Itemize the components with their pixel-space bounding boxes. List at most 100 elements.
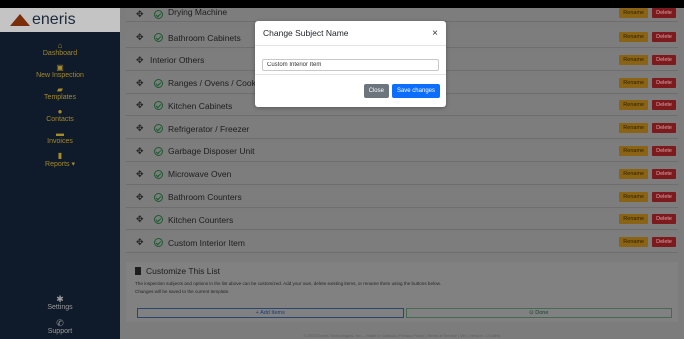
customize-desc-line1: The inspection subjects and options in t… bbox=[135, 281, 441, 286]
rename-button[interactable]: Rename bbox=[619, 54, 649, 65]
sidebar-bottom: ✱ Settings ✆ Support bbox=[0, 291, 120, 339]
logo-text: eneris bbox=[32, 11, 76, 28]
drag-handle-icon[interactable]: ✥ bbox=[136, 9, 150, 20]
customize-panel: Customize This List The inspection subje… bbox=[126, 262, 678, 322]
item-label: Garbage Disposer Unit bbox=[168, 146, 255, 157]
delete-button[interactable]: Delete bbox=[652, 145, 676, 156]
save-changes-button[interactable]: Save changes bbox=[391, 84, 440, 98]
drag-handle-icon[interactable]: ✥ bbox=[136, 32, 150, 43]
drag-handle-icon[interactable]: ✥ bbox=[136, 192, 150, 203]
modal-header: Change Subject Name × bbox=[255, 21, 446, 46]
add-items-button[interactable]: + Add Items bbox=[137, 308, 404, 318]
item-label: Bathroom Counters bbox=[168, 192, 242, 203]
invoice-icon: ▬ bbox=[56, 129, 64, 138]
sidebar-item-reports[interactable]: ▮ Reports ▾ bbox=[0, 148, 120, 171]
check-circle-icon bbox=[154, 238, 163, 248]
item-label: Interior Others bbox=[150, 55, 205, 66]
item-label: Custom Interior Item bbox=[168, 237, 245, 248]
sidebar-item-label: Settings bbox=[47, 304, 73, 311]
delete-button[interactable]: Delete bbox=[652, 237, 676, 248]
drag-handle-icon[interactable]: ✥ bbox=[136, 78, 150, 89]
sidebar-item-label: Invoices bbox=[47, 138, 73, 145]
drag-handle-icon[interactable]: ✥ bbox=[136, 237, 150, 248]
check-circle-icon bbox=[154, 146, 163, 156]
delete-button[interactable]: Delete bbox=[652, 214, 676, 225]
modal-title: Change Subject Name bbox=[263, 28, 349, 38]
list-item: ✥ Bathroom Counters Rename Delete bbox=[126, 187, 678, 208]
rename-button[interactable]: Rename bbox=[619, 100, 649, 111]
customize-actions: + Add Items ⊙ Done bbox=[137, 308, 672, 318]
sidebar-item-dashboard[interactable]: ⌂ Dashboard bbox=[0, 38, 120, 60]
customize-description: The inspection subjects and options in t… bbox=[126, 276, 678, 296]
check-circle-icon bbox=[154, 169, 163, 179]
close-button[interactable]: Close bbox=[363, 84, 389, 98]
logo-mark-icon bbox=[10, 14, 30, 26]
drag-handle-icon[interactable]: ✥ bbox=[136, 123, 150, 134]
sidebar-item-support[interactable]: ✆ Support bbox=[0, 315, 120, 339]
list-item: ✥ Refrigerator / Freezer Rename Delete bbox=[126, 119, 678, 140]
subject-name-input[interactable] bbox=[262, 59, 439, 71]
sidebar-item-new-inspection[interactable]: ▣ New Inspection bbox=[0, 60, 120, 82]
modal-footer: Close Save changes bbox=[255, 74, 446, 107]
sidebar-item-invoices[interactable]: ▬ Invoices bbox=[0, 126, 120, 148]
sidebar-item-templates[interactable]: ▰ Templates bbox=[0, 82, 120, 104]
change-subject-modal: Change Subject Name × Close Save changes bbox=[255, 21, 446, 107]
sidebar-item-label: Reports ▾ bbox=[45, 161, 75, 168]
list-item: ✥ Kitchen Counters Rename Delete bbox=[126, 210, 678, 231]
rename-button[interactable]: Rename bbox=[619, 214, 649, 225]
customize-title-text: Customize This List bbox=[146, 266, 221, 276]
check-circle-icon bbox=[154, 215, 163, 225]
sidebar: eneris ⌂ Dashboard ▣ New Inspection ▰ Te… bbox=[0, 8, 120, 339]
item-label: Refrigerator / Freezer bbox=[168, 123, 250, 134]
delete-button[interactable]: Delete bbox=[652, 191, 676, 202]
sidebar-item-label: Support bbox=[47, 328, 73, 335]
done-button[interactable]: ⊙ Done bbox=[405, 308, 672, 318]
delete-button[interactable]: Delete bbox=[652, 123, 676, 134]
sidebar-item-label: Contacts bbox=[46, 116, 74, 123]
item-label: Bathroom Cabinets bbox=[168, 32, 241, 43]
calendar-icon: ▣ bbox=[56, 63, 64, 72]
customize-desc-line2: Changes will be saved to the current tem… bbox=[135, 289, 230, 294]
customize-title: Customize This List bbox=[126, 262, 678, 276]
rename-button[interactable]: Rename bbox=[619, 237, 649, 248]
gear-icon: ✱ bbox=[56, 294, 64, 304]
drag-handle-icon[interactable]: ✥ bbox=[136, 100, 150, 111]
list-item: ✥ Custom Interior Item Rename Delete bbox=[126, 233, 678, 254]
drag-handle-icon[interactable]: ✥ bbox=[136, 55, 150, 66]
delete-button[interactable]: Delete bbox=[652, 32, 676, 42]
item-label: Drying Machine bbox=[168, 8, 228, 17]
delete-button[interactable]: Delete bbox=[652, 54, 676, 65]
check-circle-icon bbox=[154, 78, 163, 88]
rename-button[interactable]: Rename bbox=[619, 191, 649, 202]
delete-button[interactable]: Delete bbox=[652, 77, 676, 88]
sidebar-item-label: Dashboard bbox=[42, 50, 78, 57]
drag-handle-icon[interactable]: ✥ bbox=[136, 169, 150, 180]
app-window: eneris ⌂ Dashboard ▣ New Inspection ▰ Te… bbox=[0, 8, 684, 339]
check-circle-icon bbox=[154, 101, 163, 111]
rename-button[interactable]: Rename bbox=[619, 123, 649, 134]
home-icon: ⌂ bbox=[57, 41, 63, 50]
item-label: Microwave Oven bbox=[168, 169, 232, 180]
check-circle-icon bbox=[154, 192, 163, 202]
sidebar-item-label: Templates bbox=[44, 94, 76, 101]
list-item: ✥ Garbage Disposer Unit Rename Delete bbox=[126, 141, 678, 162]
phone-icon: ✆ bbox=[56, 318, 64, 328]
delete-button[interactable]: Delete bbox=[652, 168, 676, 179]
rename-button[interactable]: Rename bbox=[619, 168, 649, 179]
rename-button[interactable]: Rename bbox=[619, 77, 649, 88]
delete-button[interactable]: Delete bbox=[652, 100, 676, 111]
list-item: ✥ Microwave Oven Rename Delete bbox=[126, 164, 678, 185]
delete-button[interactable]: Delete bbox=[652, 8, 676, 18]
drag-handle-icon[interactable]: ✥ bbox=[136, 214, 150, 225]
item-label: Kitchen Cabinets bbox=[168, 100, 233, 111]
close-icon[interactable]: × bbox=[432, 28, 438, 39]
rename-button[interactable]: Rename bbox=[619, 32, 649, 42]
sidebar-item-contacts[interactable]: ● Contacts bbox=[0, 104, 120, 126]
sidebar-item-settings[interactable]: ✱ Settings bbox=[0, 291, 120, 315]
folder-icon: ▰ bbox=[56, 85, 64, 94]
drag-handle-icon[interactable]: ✥ bbox=[136, 146, 150, 157]
check-circle-icon bbox=[154, 33, 163, 42]
rename-button[interactable]: Rename bbox=[619, 145, 649, 156]
rename-button[interactable]: Rename bbox=[619, 8, 649, 18]
user-icon: ● bbox=[57, 107, 63, 116]
